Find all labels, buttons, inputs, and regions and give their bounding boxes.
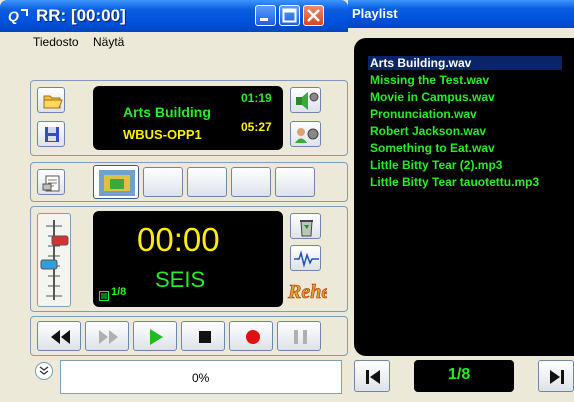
rewind-button[interactable] [37,321,81,351]
open-folder-button[interactable] [37,87,65,113]
playlist-position: 1/8 [448,366,471,383]
volume-slider-track [40,220,69,300]
close-button[interactable] [303,5,324,26]
save-button[interactable] [37,121,65,147]
status-display: SEIS [155,267,206,292]
properties-button[interactable] [37,169,65,195]
minimize-button[interactable] [255,5,276,26]
save-disk-icon [45,127,59,142]
playlist-list[interactable]: Arts Building.wav Missing the Test.wav M… [354,38,574,356]
menu-bar: Tiedosto Näytä [0,32,348,54]
expand-toggle[interactable] [35,362,53,380]
play-icon [150,329,163,345]
time-display: 00:00 [137,221,220,258]
info-panel: Arts Building 01:19 WBUS-OPP1 05:27 [30,80,348,156]
speaker-icon [296,92,319,110]
skip-previous-icon [366,370,380,384]
playlist-item[interactable]: Movie in Campus.wav [370,90,495,104]
window-title: RR: [00:00] [36,6,126,25]
list-icon [99,288,109,306]
maximize-button[interactable] [279,5,300,26]
rewind-icon [51,330,70,344]
recorder-image-icon [99,170,135,196]
waveform-icon [294,250,319,268]
waveform-button[interactable] [290,245,321,271]
recycle-bin-icon [300,220,313,237]
tab-strip [30,162,348,202]
playlist-item[interactable]: Something to Eat.wav [370,141,495,155]
stop-icon [199,331,211,343]
playlist-item[interactable]: Little Bitty Tear (2).mp3 [370,158,502,172]
main-display: 00:00 SEIS 1/8 [93,211,283,307]
playlist-window: Playlist Arts Building.wav Missing the T… [348,0,574,402]
playlist-item[interactable]: Missing the Test.wav [370,73,489,87]
tab-slot-3[interactable] [187,167,227,197]
properties-icon [42,175,60,192]
record-button[interactable] [229,321,273,351]
svg-text:Q: Q [8,8,19,24]
previous-track-button[interactable] [354,360,390,392]
rehet-logo: Rehet [287,277,338,305]
speaker-button[interactable] [290,87,321,113]
next-track-button[interactable] [538,360,574,392]
track-name: Arts Building [123,104,211,120]
transport-panel [30,316,348,356]
pause-icon [294,330,307,344]
playlist-item[interactable]: Little Bitty Tear tauotettu.mp3 [370,175,539,189]
menu-nayta[interactable]: Näytä [93,35,124,49]
station-label: WBUS-OPP1 [123,127,202,142]
double-chevron-down-icon [39,366,49,375]
playlist-item[interactable]: Pronunciation.wav [370,107,477,121]
open-folder-icon [43,95,63,109]
player-window: Q RR: [00:00] Tiedosto Näytä Arts Buildi… [0,0,348,402]
duration-time: 05:27 [241,120,272,134]
playlist-title: Playlist [352,6,398,21]
info-display: Arts Building 01:19 WBUS-OPP1 05:27 [93,86,283,150]
playlist-position-display: 1/8 [414,360,514,392]
svg-text:Rehet: Rehet [287,281,327,303]
fast-forward-icon [99,330,118,344]
tab-slot-5[interactable] [275,167,315,197]
track-position: 1/8 [111,286,127,298]
trash-button[interactable] [290,213,321,239]
main-panel: 00:00 SEIS 1/8 Rehet [30,206,348,312]
title-bar[interactable]: Q RR: [00:00] [0,0,348,32]
volume-slider[interactable] [37,213,71,307]
menu-tiedosto[interactable]: Tiedosto [33,35,79,49]
fast-forward-button[interactable] [85,321,129,351]
record-icon [246,330,260,344]
person-speaker-icon [295,128,319,143]
progress-bar: 0% [60,360,342,394]
stop-button[interactable] [181,321,225,351]
playlist-item[interactable]: Arts Building.wav [368,56,562,70]
tab-slot-2[interactable] [143,167,183,197]
person-speaker-button[interactable] [290,121,321,147]
app-icon: Q [8,7,28,25]
skip-next-icon [550,370,564,384]
play-button[interactable] [133,321,177,351]
playlist-nav: 1/8 [354,360,574,394]
elapsed-time: 01:19 [241,91,272,105]
progress-label: 0% [192,371,210,385]
tab-slot-4[interactable] [231,167,271,197]
playlist-item[interactable]: Robert Jackson.wav [370,124,486,138]
pause-button[interactable] [277,321,321,351]
tab-recorder[interactable] [93,165,139,199]
playlist-title-bar[interactable]: Playlist [348,0,574,28]
